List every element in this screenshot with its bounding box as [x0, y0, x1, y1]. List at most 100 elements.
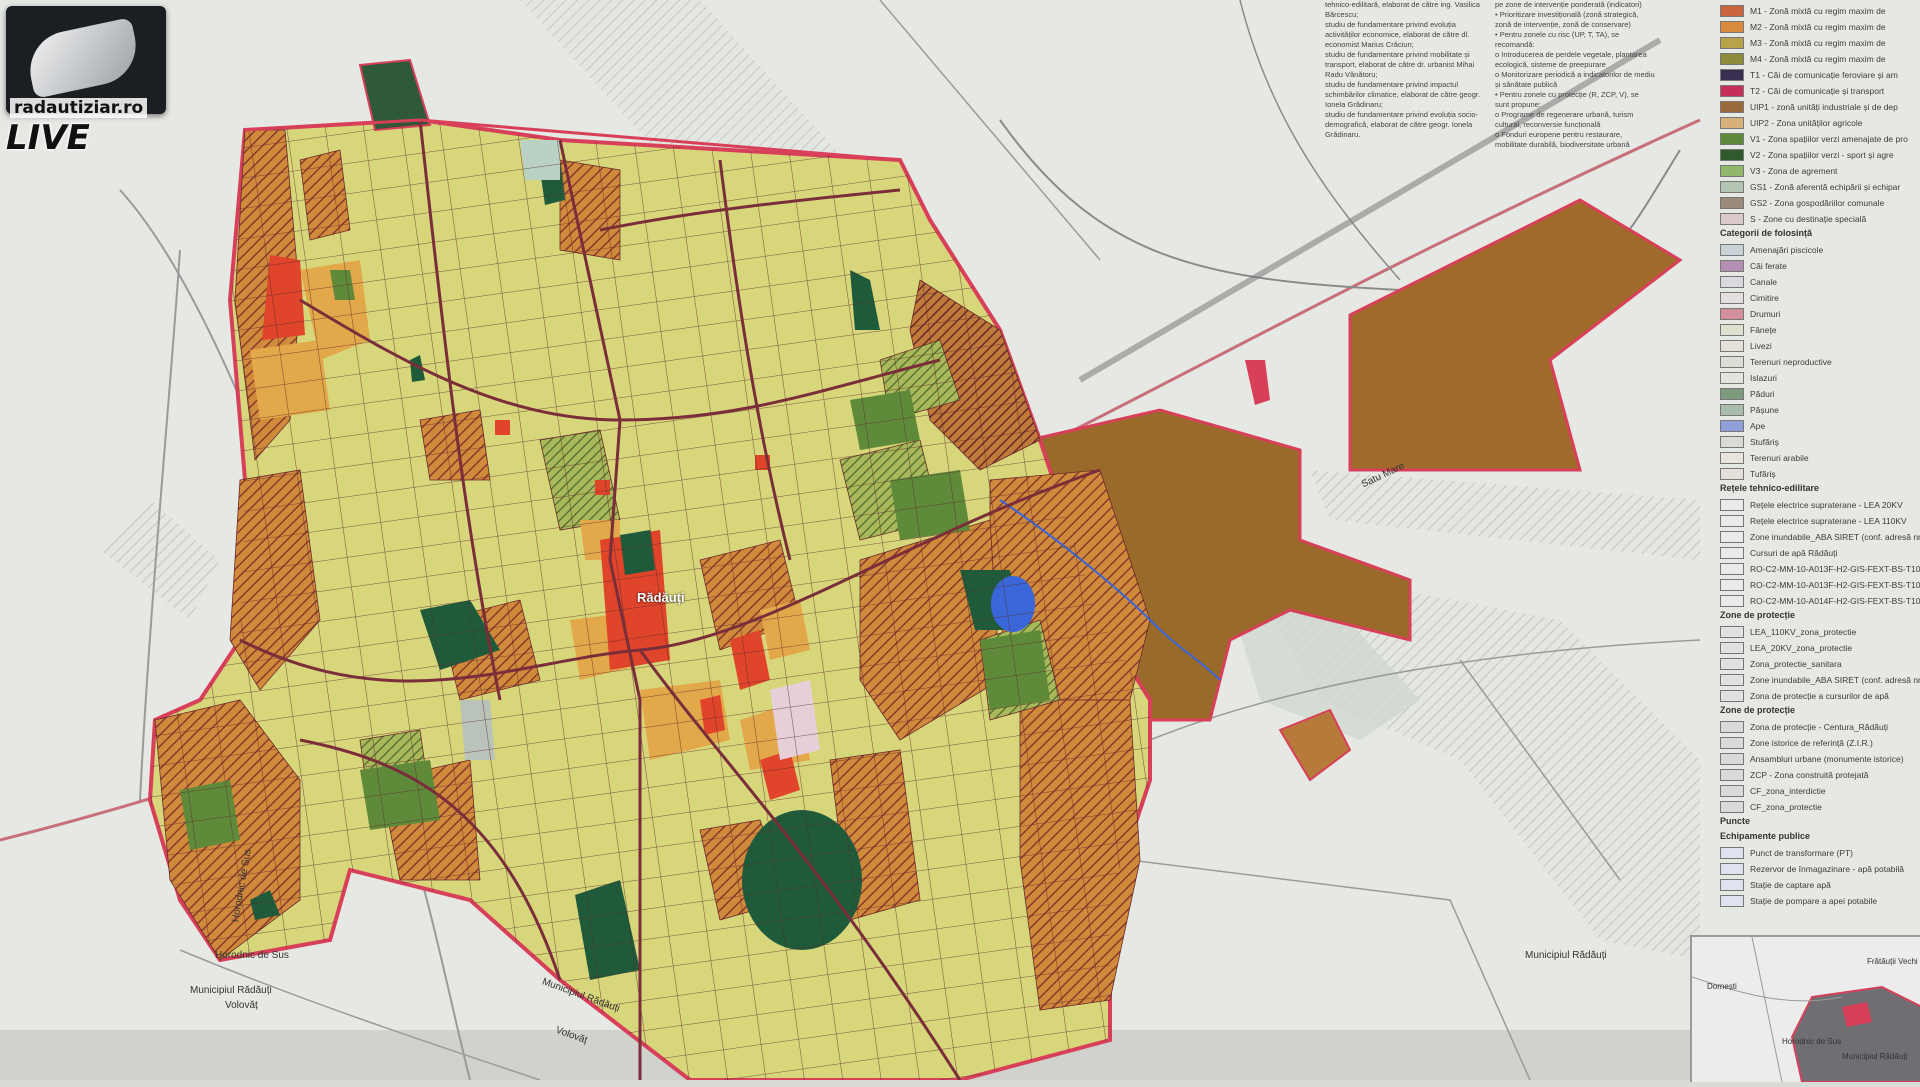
legend-label: M3 - Zonă mixtă cu regim maxim de: [1750, 38, 1886, 48]
legend-item: M3 - Zonă mixtă cu regim maxim de: [1720, 36, 1886, 50]
legend-label: CF_zona_protectie: [1750, 802, 1822, 812]
legend-swatch: [1720, 895, 1744, 907]
legend-label: Zona de protecție a cursurilor de apă: [1750, 691, 1889, 701]
legend-label: Rețele electrice supraterane - LEA 110KV: [1750, 516, 1907, 526]
legend-label: UIP2 - Zona unităților agricole: [1750, 118, 1863, 128]
legend-label: V2 - Zona spațiilor verzi - sport și agr…: [1750, 150, 1894, 160]
legend-swatch: [1720, 563, 1744, 575]
legend-swatch: [1720, 340, 1744, 352]
legend-swatch: [1720, 879, 1744, 891]
legend-label: Zone inundabile_ABA SIRET (conf. adresă …: [1750, 532, 1920, 542]
legend-item: GS2 - Zona gospodăriilor comunale: [1720, 196, 1884, 210]
legend-label: Tufăriș: [1750, 469, 1776, 479]
legend-item: Ansambluri urbane (monumente istorice): [1720, 752, 1904, 766]
legend-heading: Puncte: [1720, 816, 1751, 826]
legend-item: CF_zona_protectie: [1720, 800, 1822, 814]
legend-swatch: [1720, 85, 1744, 97]
legend-label: Terenuri arabile: [1750, 453, 1809, 463]
legend-item: Islazuri: [1720, 371, 1777, 385]
note-line: o Introducerea de perdele vegetale, plan…: [1495, 50, 1647, 69]
legend-swatch: [1720, 690, 1744, 702]
legend-label: Cursuri de apă Rădăuți: [1750, 548, 1838, 558]
legend-swatch: [1720, 863, 1744, 875]
legend-item: Ape: [1720, 419, 1765, 433]
legend-label: GS1 - Zonă aferentă echipării și echipar: [1750, 182, 1901, 192]
legend-item: CF_zona_interdictie: [1720, 784, 1826, 798]
legend-item: Zone inundabile_ABA SIRET (conf. adresă …: [1720, 673, 1920, 687]
legend-label: ZCP - Zona construită protejată: [1750, 770, 1869, 780]
legend-item: Rezervor de înmagazinare - apă potabilă: [1720, 862, 1904, 876]
legend-label: Rezervor de înmagazinare - apă potabilă: [1750, 864, 1905, 874]
map-screenshot: radautiziar.ro LIVE Rădăuți Horodnic de …: [0, 0, 1920, 1083]
legend-item: Terenuri arabile: [1720, 451, 1809, 465]
legend-item: Zona_protectie_sanitara: [1720, 657, 1842, 671]
legend-item: Livezi: [1720, 339, 1772, 353]
note-line: studiu de fundamentare privind evoluția …: [1325, 20, 1470, 49]
legend-swatch: [1720, 276, 1744, 288]
legend-swatch: [1720, 181, 1744, 193]
legend-label: Stație de pompare a apei potabile: [1750, 896, 1878, 906]
legend-label: Islazuri: [1750, 373, 1777, 383]
legend-item: RO-C2-MM-10-A014F-H2-GIS-FEXT-BS-T100-F: [1720, 594, 1920, 608]
legend-swatch: [1720, 531, 1744, 543]
legend-swatch: [1720, 117, 1744, 129]
legend-swatch: [1720, 847, 1744, 859]
legend-swatch: [1720, 436, 1744, 448]
legend-swatch: [1720, 753, 1744, 765]
legend-item: Stație de captare apă: [1720, 878, 1831, 892]
legend-label: V3 - Zona de agrement: [1750, 166, 1838, 176]
legend-swatch: [1720, 452, 1744, 464]
legend-label: Livezi: [1750, 341, 1772, 351]
note-line: Bărcescu;: [1325, 10, 1359, 19]
note-line: pe zone de intervenție ponderată (indica…: [1495, 0, 1642, 9]
legend-label: Zona_protectie_sanitara: [1750, 659, 1842, 669]
legend-swatch: [1720, 5, 1744, 17]
legend-swatch: [1720, 658, 1744, 670]
legend-label: Ape: [1750, 421, 1766, 431]
legend-swatch: [1720, 642, 1744, 654]
legend-swatch: [1720, 292, 1744, 304]
note-line: tehnico-edilitară, elaborat de către ing…: [1325, 0, 1480, 9]
legend-item: Cursuri de apă Rădăuți: [1720, 546, 1837, 560]
legend-swatch: [1720, 213, 1744, 225]
legend-swatch: [1720, 769, 1744, 781]
legend-item: S - Zone cu destinație specială: [1720, 212, 1866, 226]
urban-plan-map: [0, 0, 1920, 1082]
legend-label: Amenajări piscicole: [1750, 245, 1824, 255]
legend-heading: Zone de protecție: [1720, 705, 1796, 715]
legend-swatch: [1720, 324, 1744, 336]
note-line: • Pentru zonele cu protecție (R, ZCP, V)…: [1495, 90, 1639, 109]
legend-swatch: [1720, 785, 1744, 797]
place-label: Municipiul Rădăuți: [1525, 950, 1607, 961]
legend-item: M4 - Zonă mixtă cu regim maxim de: [1720, 52, 1886, 66]
legend-item: Tufăriș: [1720, 467, 1776, 481]
inset-place-label: Municipiul Rădăuți: [1842, 1052, 1908, 1061]
legend-swatch: [1720, 499, 1744, 511]
legend-item: Zona de protecție a cursurilor de apă: [1720, 689, 1889, 703]
legend-item: M2 - Zonă mixtă cu regim maxim de: [1720, 20, 1886, 34]
legend-swatch: [1720, 101, 1744, 113]
notes-right-column: pe zone de intervenție ponderată (indica…: [1495, 0, 1655, 150]
legend-item: Căi ferate: [1720, 259, 1787, 273]
legend-label: Pășune: [1750, 405, 1779, 415]
legend-heading: Zone de protecție: [1720, 610, 1796, 620]
legend-swatch: [1720, 420, 1744, 432]
legend-swatch: [1720, 149, 1744, 161]
legend-swatch: [1720, 37, 1744, 49]
legend-label: Canale: [1750, 277, 1777, 287]
legend-label: Terenuri neproductive: [1750, 357, 1832, 367]
legend-swatch: [1720, 547, 1744, 559]
legend-label: Drumuri: [1750, 309, 1781, 319]
legend-label: RO-C2-MM-10-A013F-H2-GIS-FEXT-BS-T100-F: [1750, 564, 1920, 574]
channel-logo: radautiziar.ro LIVE: [0, 0, 230, 160]
legend-label: Zona de protecție - Centura_Rădăuți: [1750, 722, 1888, 732]
legend-heading: Categorii de folosință: [1720, 228, 1813, 238]
legend-label: M4 - Zonă mixtă cu regim maxim de: [1750, 54, 1886, 64]
legend-item: Cimitire: [1720, 291, 1779, 305]
live-text: LIVE: [6, 118, 90, 158]
inset-locator-map: Horodnic de Sus Frătăuții Vechi Dornești Mu…: [1690, 935, 1920, 1083]
legend-label: M1 - Zonă mixtă cu regim maxim de: [1750, 6, 1886, 16]
legend-label: LEA_20KV_zona_protectie: [1750, 643, 1853, 653]
legend-swatch: [1720, 468, 1744, 480]
city-name-label: Rădăuți: [637, 590, 685, 605]
